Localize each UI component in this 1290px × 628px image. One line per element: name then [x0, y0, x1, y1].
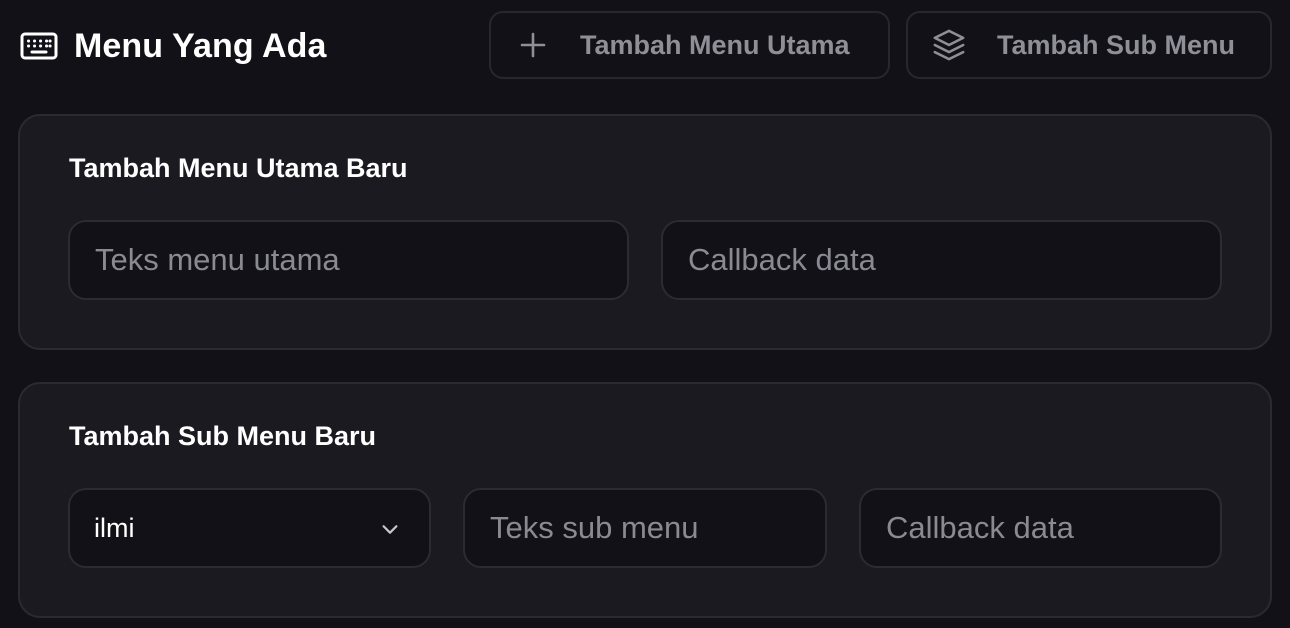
add-main-menu-button[interactable]: Tambah Menu Utama: [489, 11, 890, 79]
main-menu-callback-input[interactable]: [661, 220, 1222, 300]
page-title: Menu Yang Ada: [74, 27, 327, 65]
add-sub-menu-title: Tambah Sub Menu Baru: [69, 421, 377, 451]
parent-menu-select[interactable]: ilmi: [68, 488, 431, 568]
add-main-menu-label: Tambah Menu Utama: [580, 29, 850, 60]
parent-menu-select-value: ilmi: [94, 512, 135, 543]
add-main-menu-card: Tambah Menu Utama Baru: [18, 114, 1272, 350]
sub-menu-callback-input[interactable]: [859, 488, 1222, 568]
title-wrap: Menu Yang Ada: [20, 26, 327, 66]
keyboard-icon: [20, 32, 58, 60]
main-menu-text-input[interactable]: [68, 220, 629, 300]
header: Menu Yang Ada Tambah Menu Utama Tambah S…: [0, 0, 1290, 92]
add-sub-menu-card: Tambah Sub Menu Baru ilmi: [18, 382, 1272, 618]
add-main-menu-title: Tambah Menu Utama Baru: [69, 153, 408, 183]
sub-menu-text-input[interactable]: [463, 488, 827, 568]
plus-icon: [520, 32, 546, 58]
chevron-down-icon: [382, 525, 398, 534]
add-sub-menu-label: Tambah Sub Menu: [997, 29, 1236, 60]
add-sub-menu-button[interactable]: Tambah Sub Menu: [906, 11, 1272, 79]
layers-icon: [933, 29, 965, 61]
